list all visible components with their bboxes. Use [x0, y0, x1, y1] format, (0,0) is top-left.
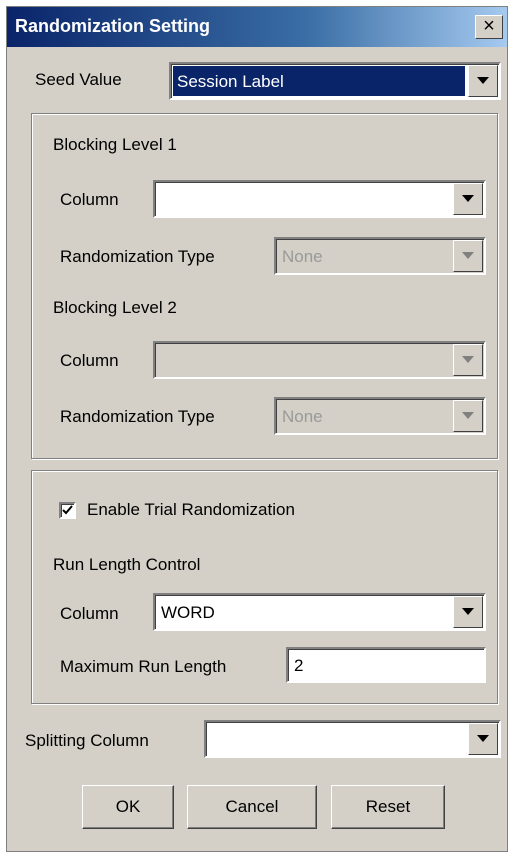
ok-button[interactable]: OK	[82, 785, 174, 829]
run-length-column-dropdown-arrow[interactable]	[453, 596, 483, 628]
blocking-2-type-label: Randomization Type	[60, 407, 215, 426]
splitting-column-dropdown-arrow[interactable]	[468, 723, 498, 755]
maximum-run-length-label: Maximum Run Length	[60, 657, 227, 676]
blocking-2-column-label: Column	[60, 351, 119, 370]
blocking-2-type-dropdown-arrow[interactable]	[453, 400, 483, 432]
trial-randomization-group: Enable Trial Randomization Run Length Co…	[31, 470, 498, 704]
seed-value-dropdown[interactable]: Session Label	[169, 62, 501, 100]
title-bar[interactable]: Randomization Setting ×	[7, 7, 507, 47]
blocking-1-column-dropdown-arrow[interactable]	[453, 183, 483, 215]
seed-value-selected: Session Label	[173, 66, 465, 96]
blocking-1-column-dropdown[interactable]	[153, 180, 486, 218]
blocking-1-type-value: None	[282, 247, 323, 266]
blocking-2-type-dropdown[interactable]: None	[274, 397, 486, 435]
chevron-down-icon	[477, 77, 489, 84]
close-button[interactable]: ×	[475, 15, 503, 39]
blocking-group: Blocking Level 1 Column Randomization Ty…	[31, 113, 498, 459]
blocking-level-1-heading: Blocking Level 1	[53, 135, 177, 154]
chevron-down-icon	[462, 356, 474, 363]
blocking-1-type-dropdown[interactable]: None	[274, 237, 486, 275]
enable-trial-randomization-label[interactable]: Enable Trial Randomization	[87, 500, 295, 520]
run-length-control-heading: Run Length Control	[53, 555, 201, 574]
blocking-2-type-value: None	[282, 407, 323, 426]
check-icon	[62, 505, 73, 515]
chevron-down-icon	[462, 412, 474, 419]
blocking-1-column-label: Column	[60, 190, 119, 209]
blocking-1-type-dropdown-arrow[interactable]	[453, 240, 483, 272]
run-length-column-dropdown[interactable]: WORD	[153, 593, 486, 631]
blocking-1-type-label: Randomization Type	[60, 247, 215, 266]
window-title: Randomization Setting	[15, 16, 210, 36]
chevron-down-icon	[477, 735, 489, 742]
maximum-run-length-value: 2	[294, 656, 304, 675]
seed-value-dropdown-arrow[interactable]	[468, 65, 498, 97]
chevron-down-icon	[462, 252, 474, 259]
reset-button[interactable]: Reset	[331, 785, 445, 829]
randomization-setting-dialog: Randomization Setting × Seed Value Sessi…	[6, 6, 508, 852]
blocking-2-column-dropdown-arrow[interactable]	[453, 344, 483, 376]
chevron-down-icon	[462, 195, 474, 202]
blocking-level-2-heading: Blocking Level 2	[53, 298, 177, 317]
run-length-column-value: WORD	[161, 603, 215, 622]
splitting-column-dropdown[interactable]	[204, 720, 501, 758]
chevron-down-icon	[462, 608, 474, 615]
blocking-2-column-dropdown[interactable]	[153, 341, 486, 379]
seed-value-label: Seed Value	[35, 70, 122, 89]
run-length-column-label: Column	[60, 604, 119, 623]
cancel-button[interactable]: Cancel	[187, 785, 317, 829]
close-icon: ×	[483, 15, 495, 37]
maximum-run-length-input[interactable]: 2	[286, 647, 486, 683]
enable-trial-randomization-checkbox[interactable]	[59, 502, 76, 519]
splitting-column-label: Splitting Column	[25, 731, 149, 750]
